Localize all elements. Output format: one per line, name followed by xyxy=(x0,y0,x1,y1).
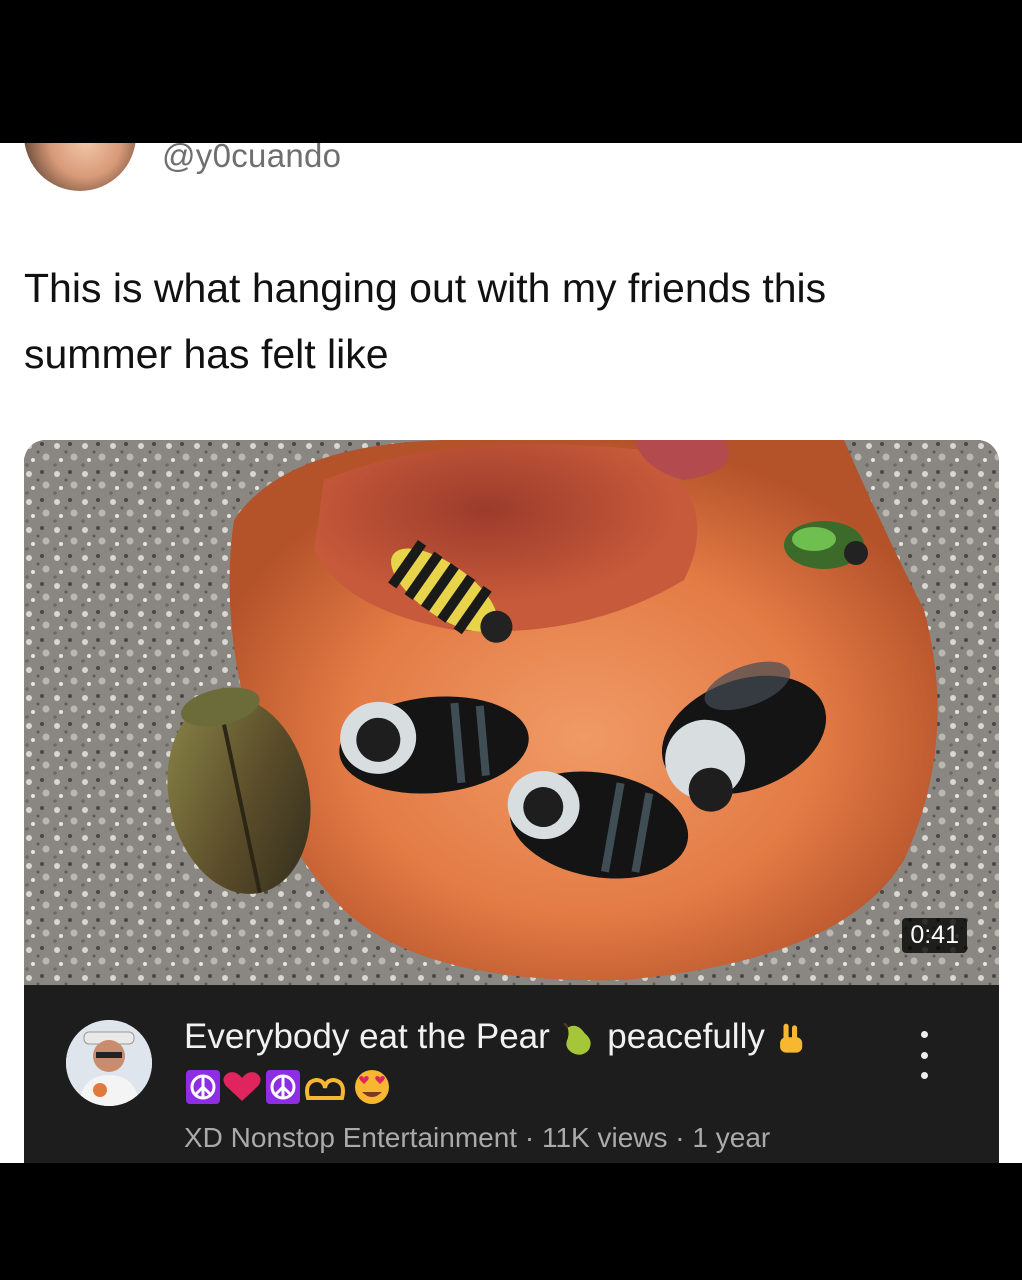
victory-hand-icon xyxy=(779,1023,802,1053)
channel-avatar[interactable] xyxy=(66,1020,152,1106)
video-embed[interactable]: 0:41 Everybody eat the Pear peacefully X… xyxy=(24,440,999,1163)
user-avatar[interactable] xyxy=(24,143,136,191)
video-title[interactable]: Everybody eat the Pear peacefully xyxy=(184,1017,809,1058)
video-info-bar: Everybody eat the Pear peacefully XD Non… xyxy=(24,985,999,1163)
pear-icon xyxy=(563,1022,591,1055)
video-title-part2: peacefully xyxy=(607,1017,765,1056)
meta-separator-1: · xyxy=(517,1122,542,1153)
user-handle[interactable]: @y0cuando xyxy=(162,143,341,175)
heart-hands-icon xyxy=(305,1077,345,1100)
tweet-text: This is what hanging out with my friends… xyxy=(24,265,827,377)
heart-eyes-face-icon xyxy=(355,1070,389,1104)
video-title-part1: Everybody eat the Pear xyxy=(184,1017,550,1056)
video-duration: 0:41 xyxy=(902,918,967,953)
meta-separator-2: · xyxy=(667,1122,693,1153)
view-count: 11K views xyxy=(541,1122,668,1153)
letterbox-bottom xyxy=(0,1163,1022,1280)
tweet-card: @y0cuando This is what hanging out with … xyxy=(0,143,1022,1163)
peace-symbol-icon-2 xyxy=(266,1070,300,1104)
upload-age: 1 year xyxy=(692,1122,771,1153)
peace-symbol-icon xyxy=(186,1070,220,1104)
vertical-ellipsis-icon[interactable] xyxy=(904,1025,944,1085)
video-meta: XD Nonstop Entertainment · 11K views · 1… xyxy=(184,1122,770,1154)
channel-name[interactable]: XD Nonstop Entertainment xyxy=(184,1122,517,1153)
heart-icon xyxy=(223,1072,261,1101)
video-thumbnail[interactable] xyxy=(24,440,999,985)
video-title-emojis xyxy=(184,1068,414,1104)
